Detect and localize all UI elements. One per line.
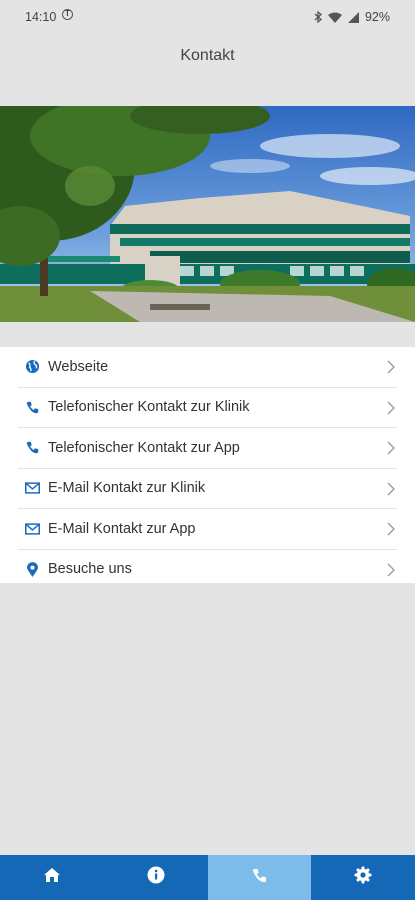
status-bar: 14:10 T 92% bbox=[0, 0, 415, 34]
bluetooth-icon bbox=[314, 11, 322, 23]
list-item-webseite[interactable]: Webseite bbox=[18, 347, 397, 388]
chevron-right-icon bbox=[387, 522, 395, 536]
battery-level: 92% bbox=[364, 10, 390, 24]
tab-home[interactable] bbox=[0, 855, 104, 900]
envelope-icon bbox=[23, 479, 41, 497]
list-item-email-clinic[interactable]: E-Mail Kontakt zur Klinik bbox=[18, 469, 397, 509]
tab-settings[interactable] bbox=[311, 855, 415, 900]
status-time: 14:10 bbox=[25, 10, 57, 24]
list-item-phone-app[interactable]: Telefonischer Kontakt zur App bbox=[18, 428, 397, 469]
list-item-label: Telefonischer Kontakt zur App bbox=[48, 439, 240, 456]
phone-icon bbox=[23, 439, 41, 457]
chevron-right-icon bbox=[387, 563, 395, 576]
tab-info[interactable] bbox=[103, 855, 208, 900]
tab-contact[interactable] bbox=[207, 855, 312, 900]
list-item-label: Telefonischer Kontakt zur Klinik bbox=[48, 399, 250, 416]
globe-icon bbox=[23, 358, 41, 376]
circle-t-icon: T bbox=[62, 9, 73, 20]
status-indicators: 92% bbox=[314, 10, 390, 24]
list-item-visit[interactable]: Besuche uns bbox=[18, 550, 397, 590]
clinic-building-photo bbox=[0, 106, 415, 322]
list-item-phone-clinic[interactable]: Telefonischer Kontakt zur Klinik bbox=[18, 388, 397, 428]
list-item-email-app[interactable]: E-Mail Kontakt zur App bbox=[18, 509, 397, 550]
home-icon bbox=[43, 867, 61, 888]
wifi-icon bbox=[327, 12, 342, 23]
chevron-right-icon bbox=[387, 482, 395, 495]
chevron-right-icon bbox=[387, 441, 395, 455]
gear-icon bbox=[354, 866, 372, 889]
list-item-label: E-Mail Kontakt zur Klinik bbox=[48, 480, 206, 497]
phone-icon bbox=[252, 868, 267, 888]
list-item-label: E-Mail Kontakt zur App bbox=[48, 520, 196, 537]
list-item-label: Besuche uns bbox=[48, 561, 132, 578]
page-title: Kontakt bbox=[180, 47, 235, 64]
chevron-right-icon bbox=[387, 401, 395, 414]
list-item-label: Webseite bbox=[48, 358, 109, 375]
envelope-icon bbox=[23, 520, 41, 538]
signal-icon bbox=[347, 11, 359, 23]
bottom-nav bbox=[0, 855, 415, 900]
info-icon bbox=[147, 866, 165, 889]
chevron-right-icon bbox=[387, 360, 395, 374]
map-marker-icon bbox=[23, 560, 41, 578]
contact-list: Webseite Telefonischer Kontakt zur Klini… bbox=[0, 347, 415, 583]
phone-icon bbox=[23, 398, 41, 416]
